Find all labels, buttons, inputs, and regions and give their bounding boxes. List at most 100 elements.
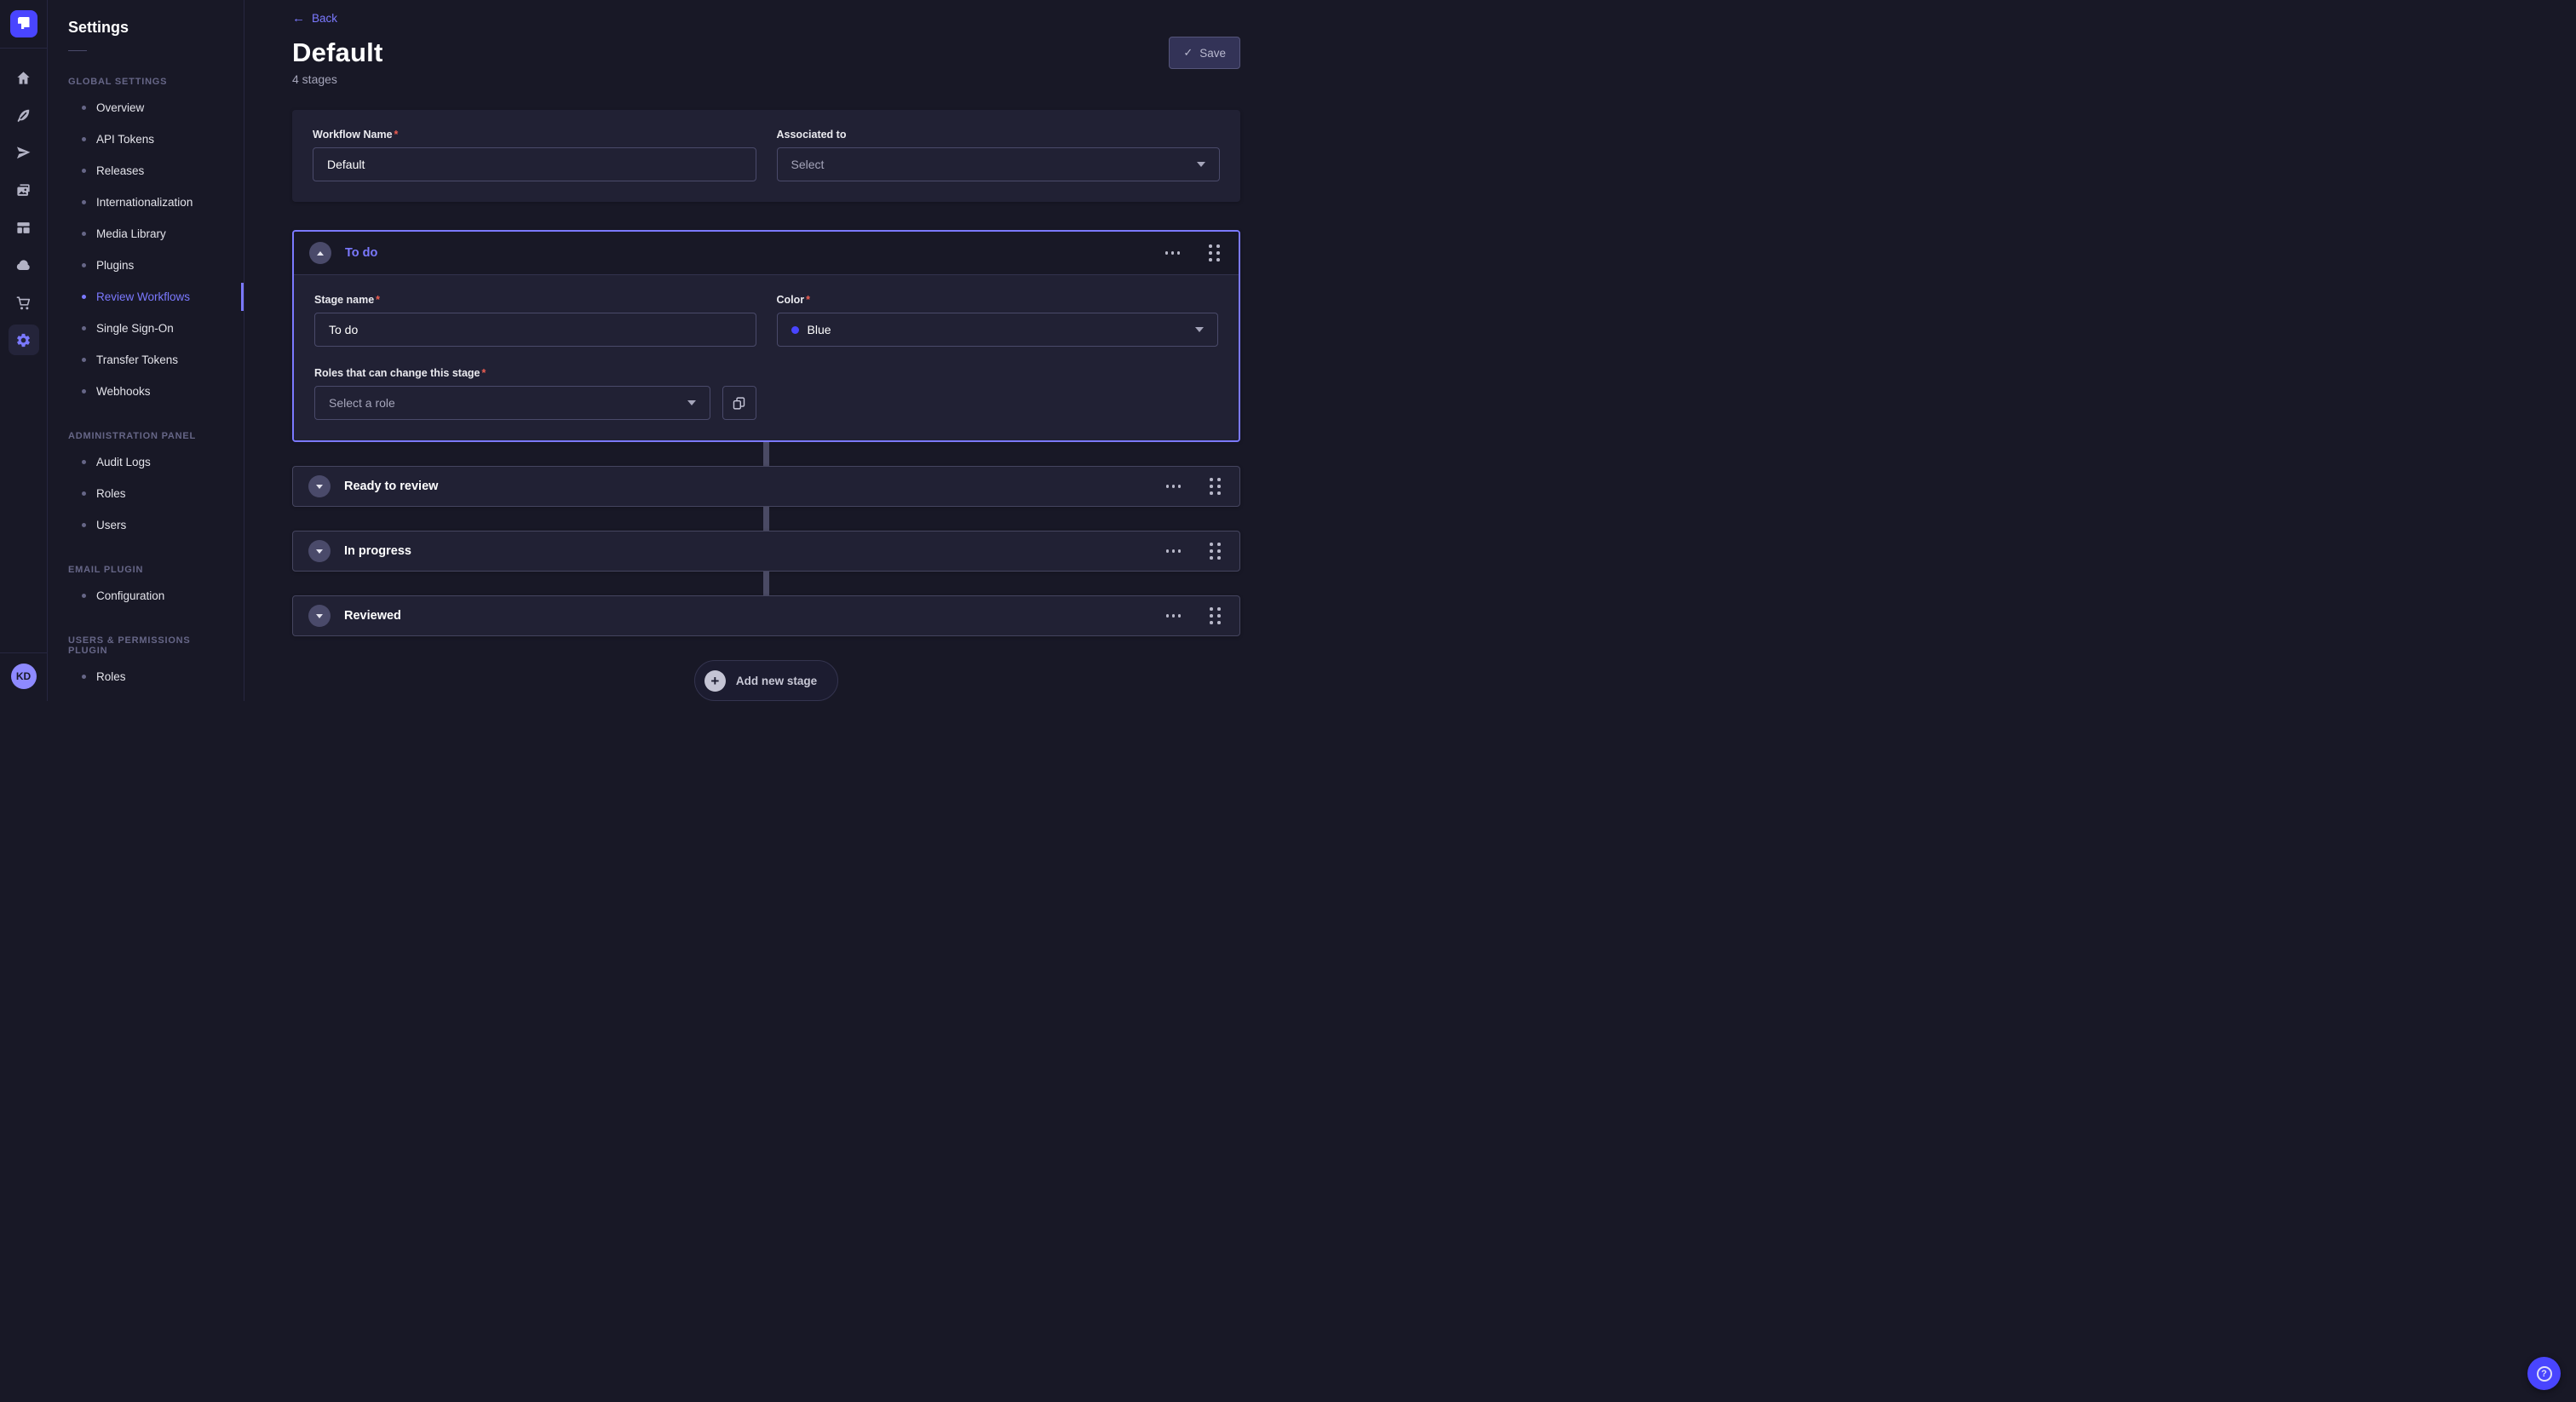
stage-name-input[interactable] [314, 313, 756, 347]
sidebar-item-users[interactable]: Users [48, 509, 244, 541]
check-icon: ✓ [1183, 46, 1193, 60]
stage-options-button[interactable] [1163, 481, 1185, 491]
stage-options-button[interactable] [1162, 248, 1184, 258]
workflow-name-label: Workflow Name* [313, 129, 756, 141]
drag-handle[interactable] [1206, 474, 1224, 498]
add-new-stage-label: Add new stage [736, 675, 817, 687]
strapi-logo-glyph [18, 17, 30, 29]
chevron-up-icon [317, 251, 324, 256]
sidebar-item-api-tokens[interactable]: API Tokens [48, 124, 244, 155]
subnav-section-users-permissions-plugin: USERS & PERMISSIONS PLUGINRolesProviders [48, 635, 244, 701]
drag-handle[interactable] [1206, 604, 1224, 628]
strapi-logo[interactable] [10, 10, 37, 37]
cart-icon [15, 295, 32, 311]
rail-item-settings[interactable] [9, 325, 39, 355]
bullet-icon [82, 358, 86, 362]
bullet-icon [82, 460, 86, 464]
stage-options-button[interactable] [1163, 546, 1185, 556]
stage-title: In progress [344, 544, 411, 558]
stage-title: Ready to review [344, 480, 438, 493]
expand-toggle-button[interactable] [308, 475, 331, 497]
stage-options-button[interactable] [1163, 611, 1185, 621]
chevron-down-icon [1197, 162, 1205, 167]
drag-handle[interactable] [1206, 539, 1224, 563]
sidebar-item-roles[interactable]: Roles [48, 661, 244, 692]
subnav-title: Settings [48, 19, 244, 37]
home-icon [15, 70, 32, 86]
stage-body-to-do: Stage name* Color* Blue [294, 274, 1239, 440]
rail-item-cloud[interactable] [9, 250, 39, 280]
bullet-icon [82, 326, 86, 330]
sidebar-item-transfer-tokens[interactable]: Transfer Tokens [48, 344, 244, 376]
gear-icon [15, 332, 32, 348]
back-label: Back [312, 12, 337, 25]
color-label: Color* [777, 294, 1219, 306]
rail-item-marketplace[interactable] [9, 287, 39, 318]
associated-to-field: Associated to Select [777, 129, 1221, 181]
rail-item-deploy[interactable] [9, 137, 39, 168]
sidebar-item-review-workflows[interactable]: Review Workflows [48, 281, 244, 313]
subnav-section-administration-panel: ADMINISTRATION PANEL Audit LogsRolesUsers [48, 431, 244, 541]
bullet-icon [82, 137, 86, 141]
layout-icon [15, 220, 32, 236]
expand-toggle-button[interactable] [308, 605, 331, 627]
sidebar-item-providers[interactable]: Providers [48, 692, 244, 701]
sidebar-item-audit-logs[interactable]: Audit Logs [48, 446, 244, 478]
sidebar-item-webhooks[interactable]: Webhooks [48, 376, 244, 407]
sidebar-item-single-sign-on[interactable]: Single Sign-On [48, 313, 244, 344]
color-field: Color* Blue [777, 294, 1219, 347]
help-button[interactable]: ? [2527, 1357, 2561, 1390]
sidebar-item-configuration[interactable]: Configuration [48, 580, 244, 612]
cloud-icon [15, 257, 32, 273]
bullet-icon [82, 263, 86, 267]
roles-placeholder: Select a role [329, 396, 395, 410]
avatar[interactable]: KD [11, 664, 37, 689]
settings-subnav: Settings GLOBAL SETTINGS OverviewAPI Toke… [48, 0, 244, 701]
expand-toggle-button[interactable] [308, 540, 331, 562]
sidebar-item-roles[interactable]: Roles [48, 478, 244, 509]
roles-field: Roles that can change this stage* Select… [314, 367, 756, 420]
collapsed-stages: Ready to review In progress Reviewed [292, 442, 1240, 636]
associated-to-select[interactable]: Select [777, 147, 1221, 181]
bullet-icon [82, 295, 86, 299]
sidebar-item-plugins[interactable]: Plugins [48, 250, 244, 281]
stage-title: Reviewed [344, 609, 401, 623]
collapse-toggle-button[interactable] [309, 242, 331, 264]
bullet-icon [82, 169, 86, 173]
workflow-name-input[interactable] [313, 147, 756, 181]
rail-item-content-type-builder[interactable] [9, 100, 39, 130]
color-select[interactable]: Blue [777, 313, 1219, 347]
copy-icon [732, 396, 746, 411]
sidebar-item-internationalization[interactable]: Internationalization [48, 187, 244, 218]
stage-name-field: Stage name* [314, 294, 756, 347]
rail-item-content-manager[interactable] [9, 212, 39, 243]
sidebar-item-media-library[interactable]: Media Library [48, 218, 244, 250]
back-link[interactable]: ← Back [292, 12, 337, 25]
add-new-stage-button[interactable]: + Add new stage [694, 660, 838, 701]
chevron-down-icon [1195, 327, 1204, 332]
chevron-down-icon [316, 614, 323, 618]
rail-nav-items [9, 62, 39, 355]
bullet-icon [82, 523, 86, 527]
sidebar-item-overview[interactable]: Overview [48, 92, 244, 124]
chevron-down-icon [687, 400, 696, 405]
paper-plane-icon [15, 145, 32, 161]
rail-item-home[interactable] [9, 62, 39, 93]
subnav-section-label: GLOBAL SETTINGS [48, 77, 244, 87]
rail-item-media-library[interactable] [9, 175, 39, 205]
bullet-icon [82, 106, 86, 110]
stage-title: To do [345, 246, 377, 260]
chevron-down-icon [316, 549, 323, 554]
drag-handle[interactable] [1205, 241, 1223, 265]
required-asterisk: * [376, 294, 380, 306]
stage-card-reviewed: Reviewed [292, 595, 1240, 636]
roles-select[interactable]: Select a role [314, 386, 710, 420]
sidebar-item-releases[interactable]: Releases [48, 155, 244, 187]
save-button[interactable]: ✓ Save [1169, 37, 1240, 69]
stage-card-ready-to-review: Ready to review [292, 466, 1240, 507]
duplicate-stage-button[interactable] [722, 386, 756, 420]
subnav-section-label: ADMINISTRATION PANEL [48, 431, 244, 441]
chevron-down-icon [316, 485, 323, 489]
images-icon [15, 182, 32, 198]
bullet-icon [82, 675, 86, 679]
